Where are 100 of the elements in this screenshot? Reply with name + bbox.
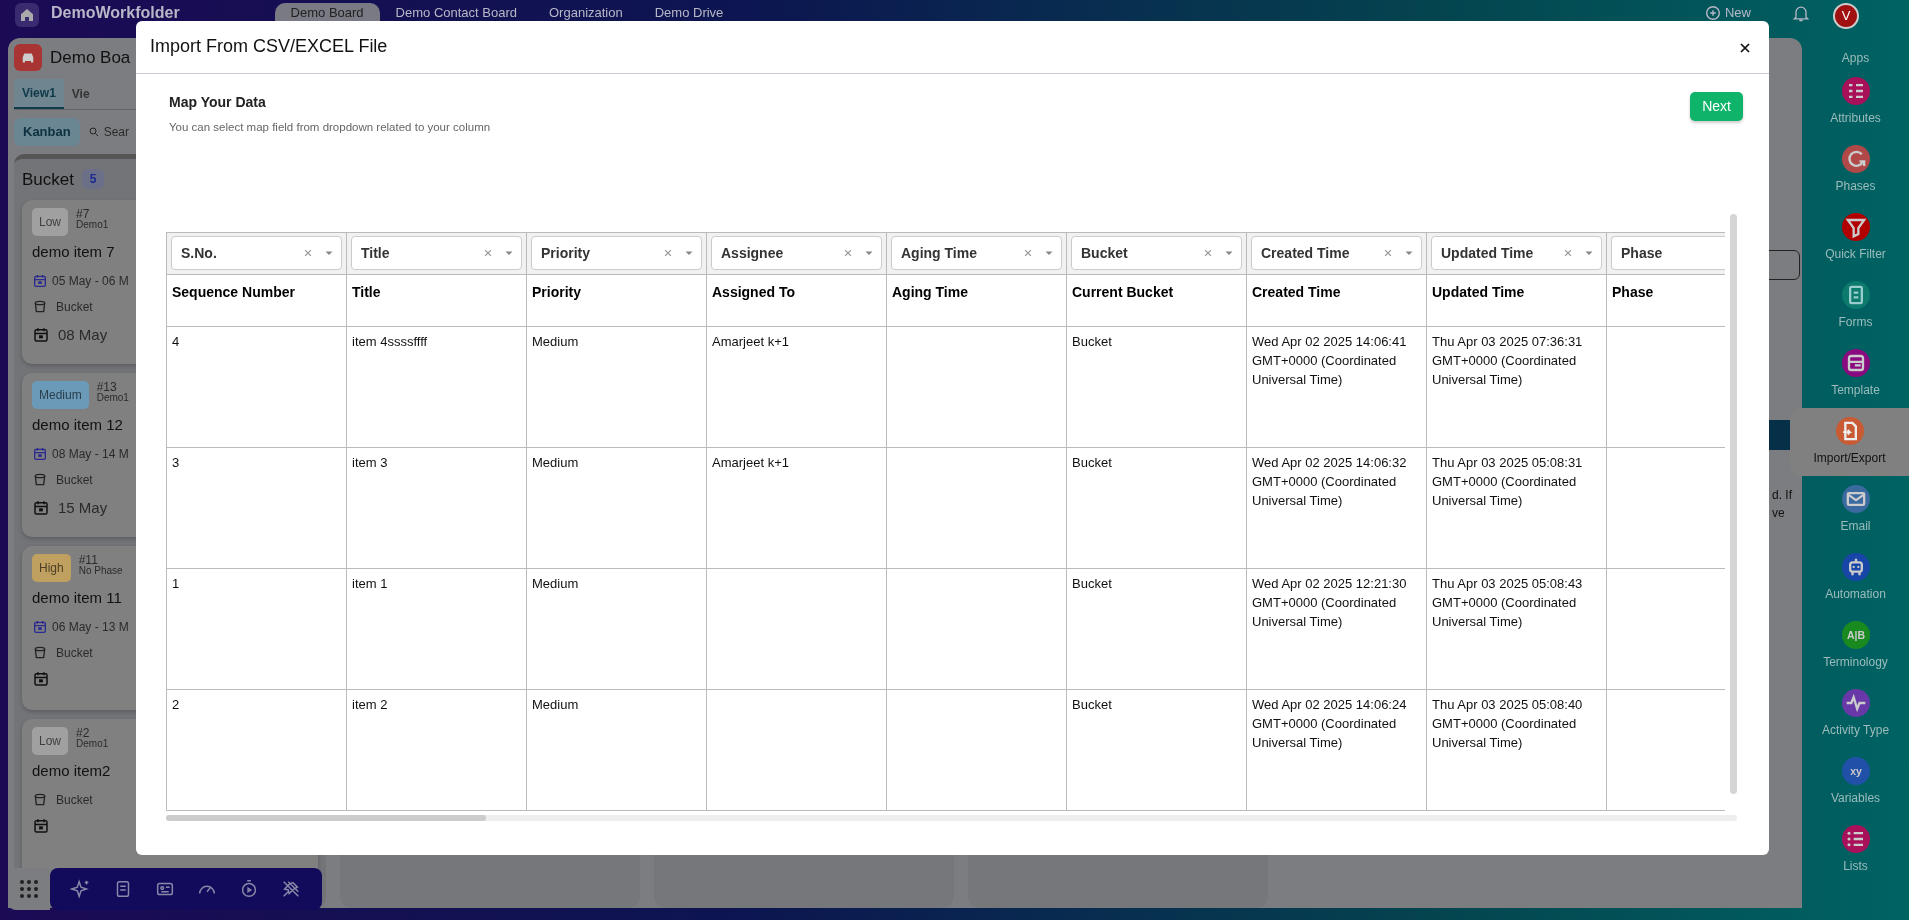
table-cell: Thu Apr 03 2025 05:08:31 GMT+0000 (Coordinated Universal Time) — [1426, 447, 1607, 569]
table-cell: Thu Apr 03 2025 07:36:31 GMT+0000 (Coordinated Universal Time) — [1426, 326, 1607, 448]
calendar-icon — [32, 499, 50, 518]
table-cell: Wed Apr 02 2025 14:06:24 GMT+0000 (Coordinated Universal Time) — [1246, 689, 1427, 811]
board-tab[interactable]: Organization — [533, 3, 639, 38]
apps-grid-button[interactable] — [8, 868, 50, 910]
kanban-button[interactable]: Kanban — [14, 118, 80, 146]
date-range: 06 May - 13 M — [52, 619, 129, 636]
modal-title: Import From CSV/EXCEL File — [150, 36, 388, 58]
view-tab[interactable]: View1 — [14, 79, 64, 109]
plus-circle-icon — [1706, 6, 1720, 20]
due-date: 15 May — [58, 498, 108, 518]
bucket-label: Bucket — [56, 645, 93, 662]
table-cell: Bucket — [1066, 447, 1247, 569]
bucket-label: Bucket — [56, 472, 93, 489]
table-cell: Amarjeet k+1 — [706, 326, 887, 448]
sidebar-item[interactable]: Activity Type — [1802, 680, 1909, 748]
clear-icon[interactable] — [1023, 248, 1033, 259]
sidebar-item[interactable]: Apps — [1802, 38, 1909, 68]
calendar-icon — [32, 670, 50, 688]
home-icon — [19, 7, 35, 23]
bucket-label: Bucket — [56, 792, 93, 809]
task-title: demo item2 — [32, 762, 111, 779]
bucket-icon — [32, 645, 48, 661]
sidebar-item[interactable]: Forms — [1802, 272, 1909, 340]
task-number: #7 — [76, 208, 90, 220]
view-tab[interactable]: Vie — [63, 79, 98, 109]
grid-icon — [19, 879, 39, 899]
column-title: Bucket — [22, 168, 74, 191]
table-cell: Wed Apr 02 2025 14:06:32 GMT+0000 (Coordinated Universal Time) — [1246, 447, 1427, 569]
priority-tag: High — [32, 554, 71, 582]
clear-icon[interactable] — [303, 248, 313, 259]
table-cell: Medium — [526, 326, 707, 448]
select-field[interactable]: Created Time — [1251, 236, 1422, 271]
task-title: demo item 12 — [32, 416, 123, 433]
board-title: Demo Boa — [50, 46, 131, 69]
clear-icon[interactable] — [1203, 248, 1213, 259]
task-title: demo item 11 — [32, 589, 122, 606]
text-badge-icon: xy — [1841, 757, 1870, 785]
table-cell: Bucket — [1066, 689, 1247, 811]
task-title: demo item 7 — [32, 243, 115, 260]
sidebar-item[interactable]: A|B Terminology — [1802, 612, 1909, 680]
section-heading: Map Your Data — [169, 93, 267, 112]
select-field[interactable]: Bucket — [1071, 236, 1242, 271]
text-badge-icon: A|B — [1841, 621, 1870, 649]
clear-icon[interactable] — [1563, 248, 1573, 259]
home-button[interactable] — [15, 3, 39, 27]
new-button[interactable]: New — [1706, 3, 1751, 23]
select-field[interactable]: Assignee — [711, 236, 882, 271]
clear-icon[interactable] — [1383, 248, 1393, 259]
select-field[interactable]: Title — [351, 236, 522, 271]
phase-label: Demo1 — [96, 393, 129, 403]
table-cell: Medium — [526, 447, 707, 569]
task-number: #11 — [78, 554, 98, 566]
due-date: 08 May — [58, 325, 108, 345]
table-cell: 4 — [166, 326, 347, 448]
sidebar-item[interactable]: Import/Export — [1790, 408, 1909, 476]
vertical-scrollbar[interactable] — [1730, 214, 1737, 795]
sidebar-item[interactable]: Template — [1802, 340, 1909, 408]
board-tab[interactable]: Demo Contact Board — [379, 3, 533, 38]
sidebar-item[interactable]: Quick Filter — [1802, 204, 1909, 272]
sidebar-item[interactable]: Lists — [1802, 816, 1909, 884]
priority-tag: Medium — [32, 381, 89, 409]
clear-icon[interactable] — [843, 248, 853, 259]
sidebar-item[interactable]: Attributes — [1802, 68, 1909, 136]
panel-text: d. If ve — [1772, 486, 1793, 522]
table-cell: Wed Apr 02 2025 14:06:41 GMT+0000 (Coordinated Universal Time) — [1246, 326, 1427, 448]
pin-off-icon[interactable] — [280, 878, 302, 900]
column-header: Priority — [526, 274, 707, 327]
calendar-icon — [32, 326, 50, 345]
table-cell: Amarjeet k+1 — [706, 447, 887, 569]
select-field[interactable]: S.No. — [171, 236, 342, 271]
table-cell: item 2 — [346, 689, 527, 811]
sidebar-item[interactable]: Phases — [1802, 136, 1909, 204]
bucket-icon — [32, 472, 48, 488]
task-number: #13 — [96, 381, 117, 393]
search-icon — [87, 125, 100, 138]
next-button[interactable]: Next — [1690, 92, 1743, 121]
bucket-icon — [32, 792, 48, 808]
table-cell: item 4ssssffff — [346, 326, 527, 448]
column-header: Updated Time — [1426, 274, 1607, 327]
select-field[interactable]: Aging Time — [891, 236, 1062, 271]
column-header: Assigned To — [706, 274, 887, 327]
table-cell: Thu Apr 03 2025 05:08:40 GMT+0000 (Coordinated Universal Time) — [1426, 689, 1607, 811]
sidebar-item[interactable]: xy Variables — [1802, 748, 1909, 816]
user-avatar[interactable]: V — [1833, 3, 1859, 29]
horizontal-scrollbar[interactable] — [166, 815, 1737, 822]
app-name: DemoWorkfolder — [51, 4, 180, 22]
select-field[interactable]: Phase — [1611, 236, 1726, 271]
phase-label: No Phase — [78, 566, 123, 576]
table-cell: Bucket — [1066, 326, 1247, 448]
search-label[interactable]: Sear — [103, 122, 130, 141]
select-field[interactable]: Priority — [531, 236, 702, 271]
select-field[interactable]: Updated Time — [1431, 236, 1602, 271]
sidebar-item[interactable]: Automation — [1802, 544, 1909, 612]
clear-icon[interactable] — [483, 248, 493, 259]
board-tab[interactable]: Demo Drive — [638, 3, 740, 38]
bucket-icon — [32, 299, 48, 315]
clear-icon[interactable] — [663, 248, 673, 259]
sidebar-item[interactable]: Email — [1802, 476, 1909, 544]
